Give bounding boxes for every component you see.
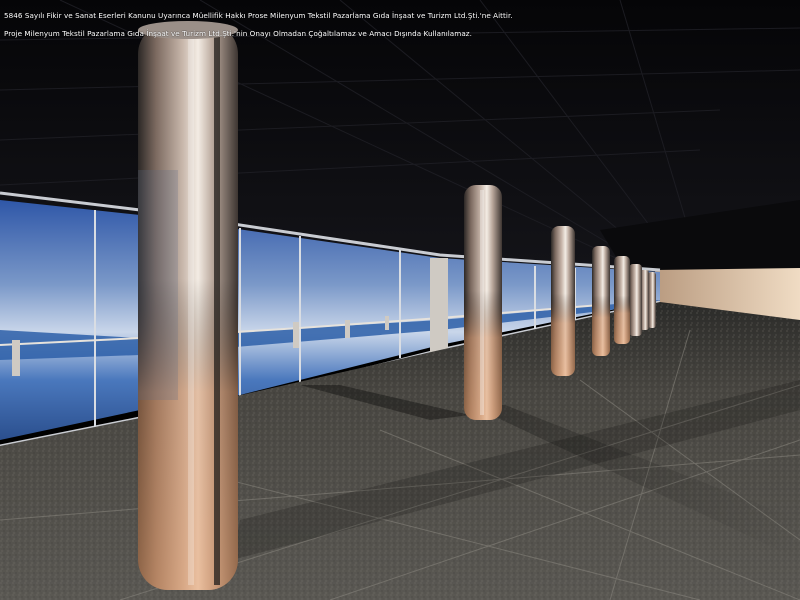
column-near xyxy=(138,21,238,590)
scene-image xyxy=(0,0,800,600)
column-mid xyxy=(464,185,502,420)
copyright-line-1: 5846 Sayılı Fikir ve Sanat Eserleri Kanu… xyxy=(4,11,513,20)
copyright-caption: 5846 Sayılı Fikir ve Sanat Eserleri Kanu… xyxy=(4,2,794,47)
copyright-line-2: Proje Milenyum Tekstil Pazarlama Gıda İn… xyxy=(4,29,472,38)
render-scene: 5846 Sayılı Fikir ve Sanat Eserleri Kanu… xyxy=(0,0,800,600)
